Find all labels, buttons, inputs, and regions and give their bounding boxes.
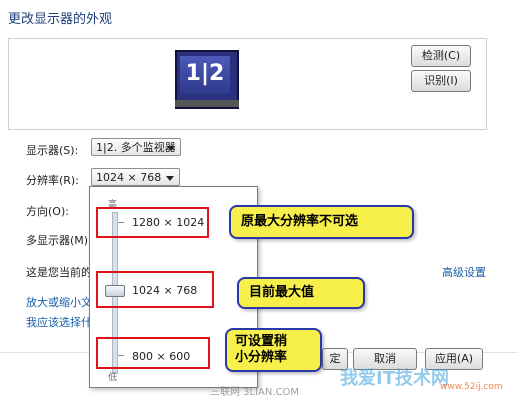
resolution-select-value: 1024 × 768: [96, 171, 162, 184]
slider-low-label: 低: [108, 373, 118, 383]
detect-button[interactable]: 检测(C): [411, 45, 471, 67]
annotation-line: 可设置稍: [235, 334, 288, 349]
display-select[interactable]: 1|2. 多个监视器: [91, 138, 181, 156]
orientation-label: 方向(O):: [26, 205, 69, 218]
watermark-url: www.52ij.com: [440, 382, 503, 392]
watermark-text: 三联网 3LIAN.COM: [210, 387, 300, 398]
highlight-box: [96, 271, 214, 308]
annotation-callout: 原最大分辨率不可选: [229, 205, 414, 239]
monitor-base: [175, 100, 239, 107]
display-select-value: 1|2. 多个监视器: [96, 141, 176, 154]
multi-display-label: 多显示器(M):: [26, 234, 92, 247]
watermark-brand: 我爱IT技术网: [340, 368, 449, 389]
resolution-label: 分辨率(R):: [26, 174, 79, 187]
advanced-settings-link[interactable]: 高级设置: [442, 264, 486, 280]
chevron-down-icon: [167, 146, 175, 151]
monitor-number: 1|2: [185, 61, 225, 86]
display-label: 显示器(S):: [26, 144, 79, 157]
chevron-down-icon: [166, 176, 174, 181]
highlight-box: [96, 207, 209, 238]
annotation-callout: 可设置稍 小分辨率: [225, 328, 322, 372]
highlight-box: [96, 337, 210, 369]
resolution-select[interactable]: 1024 × 768: [91, 168, 180, 186]
identify-button[interactable]: 识别(I): [411, 70, 471, 92]
annotation-line: 小分辨率: [235, 350, 288, 365]
window-title: 更改显示器的外观: [8, 12, 113, 27]
annotation-callout: 目前最大值: [237, 277, 365, 309]
